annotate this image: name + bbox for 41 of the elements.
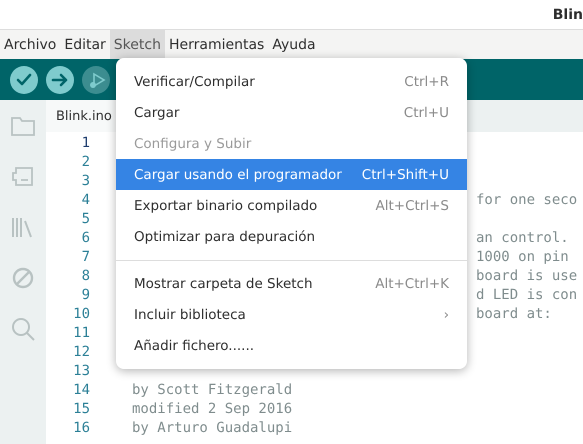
- line-number: 13: [72, 362, 91, 378]
- menu-item[interactable]: Mostrar carpeta de Sketch Alt+Ctrl+K: [116, 268, 467, 299]
- menu-bar-item[interactable]: Sketch: [110, 30, 165, 59]
- line-number: 7: [80, 248, 91, 264]
- line-number: 4: [80, 192, 91, 208]
- line-number: 1: [80, 134, 91, 150]
- code-comment: board at:: [476, 306, 552, 322]
- code-comment: by Arturo Guadalupi: [132, 420, 292, 436]
- line-number: 12: [72, 344, 91, 360]
- prohibited-icon[interactable]: [10, 265, 36, 291]
- line-number: 16: [72, 420, 91, 436]
- code-comment: d LED is con: [476, 286, 578, 302]
- menu-item[interactable]: Exportar binario compilado Alt+Ctrl+S: [116, 190, 467, 221]
- code-comment: an control.: [476, 230, 569, 246]
- code-comment: modified 2 Sep 2016: [132, 400, 292, 416]
- line-number: 3: [80, 172, 91, 188]
- line-number: 2: [80, 154, 91, 170]
- line-number: 11: [72, 324, 91, 340]
- line-number: 10: [72, 306, 91, 322]
- line-number: 14: [72, 382, 91, 398]
- check-button[interactable]: [10, 66, 38, 94]
- menu-item[interactable]: Optimizar para depuración: [116, 221, 467, 252]
- code-comment: by Scott Fitzgerald: [132, 382, 292, 398]
- code-comment: 1000 on pin: [476, 248, 569, 264]
- line-number: 8: [80, 268, 91, 284]
- menu-bar-item[interactable]: Ayuda: [268, 30, 320, 59]
- line-number: 5: [80, 210, 91, 226]
- line-number: 9: [80, 286, 91, 302]
- menu-bar-item[interactable]: Archivo: [0, 30, 60, 59]
- search-icon[interactable]: [10, 316, 36, 342]
- menu-bar-item[interactable]: Herramientas: [164, 30, 268, 59]
- arrow-right-button[interactable]: [46, 66, 74, 94]
- menu-bar-item[interactable]: Editar: [60, 30, 110, 59]
- menu-item[interactable]: Cargar usando el programador Ctrl+Shift+U: [116, 159, 467, 190]
- menu-item[interactable]: Añadir fichero......: [116, 330, 467, 361]
- window-title: Blin: [552, 6, 583, 22]
- line-number: 6: [80, 230, 91, 246]
- code-comment: for one seco: [476, 192, 578, 208]
- line-number: 15: [72, 400, 91, 416]
- code-comment: board is use: [476, 268, 578, 284]
- menu-item[interactable]: Incluir biblioteca ›: [116, 299, 467, 330]
